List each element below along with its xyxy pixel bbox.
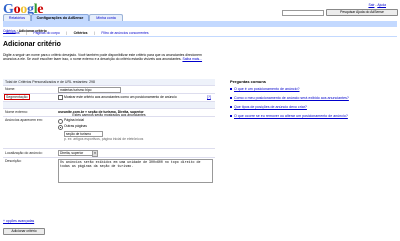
- breadcrumb-divider: [3, 36, 397, 37]
- bullet-icon: [230, 115, 232, 118]
- segmentation-text: Mostrar este critério aos anunciantes co…: [64, 95, 177, 99]
- form-location-row: Localização do anúncio: Direita, superio…: [3, 149, 215, 158]
- breadcrumb-criteria-link[interactable]: Critérios: [3, 29, 16, 33]
- location-label: Localização do anúncio:: [5, 151, 43, 155]
- form-total-row: Total de Critérios Personalizados e de U…: [3, 79, 215, 86]
- question-text: Que tipos de posições de anúncio devo cr…: [234, 105, 307, 109]
- chevron-down-icon[interactable]: ▾: [92, 150, 98, 157]
- description-textarea[interactable]: Os anúncios serão exibidos em uma unidad…: [58, 159, 213, 183]
- page-title: Adicionar critério: [3, 41, 61, 48]
- question-link[interactable]: O que é um posicionamento de anúncio?: [230, 87, 300, 91]
- other-pages-radio[interactable]: [58, 125, 63, 130]
- add-criterion-button[interactable]: Adicionar critério: [3, 228, 45, 235]
- question-text: O que ocorre se eu remover ou alterar um…: [234, 114, 348, 118]
- bullet-icon: [230, 88, 232, 91]
- subnav-criteria[interactable]: Critérios: [74, 31, 88, 35]
- segmentation-checkbox[interactable]: [58, 95, 63, 100]
- question-text: Como o meu posicionamento de anúncio ser…: [234, 96, 349, 100]
- subnav-competitive-ad-filter[interactable]: Filtro de anúncios concorrentes: [101, 31, 148, 35]
- description-label: Descrição:: [5, 159, 22, 163]
- form-name-row: Nome: materias turismo bipo: [3, 86, 215, 94]
- tab-my-account[interactable]: Minha conta: [89, 14, 123, 21]
- header-links: Sair - Ajuda: [368, 3, 386, 7]
- subnav-separator: |: [93, 31, 95, 35]
- subnav-bar: Produtos | Páginas do corpo | Critérios …: [3, 21, 397, 35]
- bullet-icon: [230, 97, 232, 100]
- question-link[interactable]: Que tipos de posições de anúncio devo cr…: [230, 105, 307, 109]
- breadcrumb: Critérios › Adicionar critério: [3, 29, 47, 33]
- segmentation-label: Segmentação: [4, 94, 30, 100]
- name-input[interactable]: materias turismo bipo: [58, 87, 121, 93]
- intro-text: Digite a seguir um nome para o critério …: [3, 53, 215, 61]
- breadcrumb-separator: ›: [16, 29, 18, 33]
- form-description-row: Descrição: Os anúncios serão exibidos em…: [3, 158, 215, 190]
- external-name-label: Nome externo:: [5, 110, 28, 114]
- location-select-value: Direita, superior: [60, 151, 84, 155]
- subnav-separator: |: [66, 31, 68, 35]
- help-search-button[interactable]: Pesquisar Ajuda do AdSense: [326, 9, 398, 16]
- section-example: p. ex: artigos esportivos, página inicia…: [64, 137, 144, 141]
- form-external-name-row: Nome externo: oseunite.com.br » seção de…: [3, 109, 215, 117]
- home-page-option-label: Página inicial: [64, 118, 84, 122]
- tab-reports[interactable]: Relatórios: [3, 14, 31, 21]
- help-link[interactable]: Ajuda: [377, 3, 386, 7]
- breadcrumb-current: Adicionar critério: [18, 29, 47, 33]
- question-text: O que é um posicionamento de anúncio?: [234, 87, 300, 91]
- home-page-radio[interactable]: [58, 119, 63, 124]
- help-search-input[interactable]: [282, 10, 324, 16]
- learn-more-link[interactable]: Saiba mais...: [182, 57, 202, 61]
- total-remaining-label: Total de Critérios Personalizados e de U…: [5, 80, 95, 84]
- name-label: Nome:: [5, 87, 16, 91]
- ads-appear-label: Anúncios aparecem em:: [5, 118, 43, 122]
- radio-selected-dot: [60, 127, 61, 128]
- other-pages-option-label: Outras páginas: [64, 124, 87, 128]
- common-questions-title: Perguntas comuns: [230, 79, 267, 84]
- form-segmentation-row: Segmentação Mostrar este critério aos an…: [3, 94, 215, 102]
- question-link[interactable]: Como o meu posicionamento de anúncio ser…: [230, 96, 349, 100]
- segmentation-help-link[interactable]: [?]: [207, 95, 211, 99]
- tab-adsense-settings[interactable]: Configurações do AdSense: [31, 14, 89, 21]
- advertiser-fields-header: Estes campos serão mostrados aos anuncia…: [3, 102, 215, 117]
- sign-out-link[interactable]: Sair: [368, 3, 374, 7]
- bullet-icon: [230, 106, 232, 109]
- intro-body: Digite a seguir um nome para o critério …: [3, 53, 202, 62]
- form-ads-appear-row: Anúncios aparecem em: Página inicial Out…: [3, 117, 215, 149]
- question-link[interactable]: O que ocorre se eu remover ou alterar um…: [230, 114, 348, 118]
- external-name-value: oseunite.com.br » seção de turismo, Dire…: [58, 110, 144, 114]
- advanced-options-link[interactable]: + opções avançadas: [3, 219, 34, 223]
